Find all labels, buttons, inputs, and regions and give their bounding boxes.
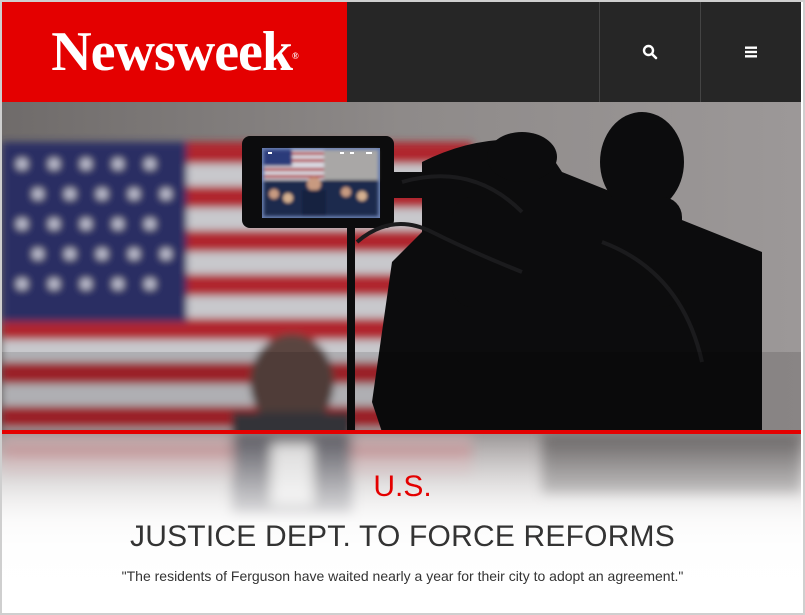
article-headline[interactable]: JUSTICE DEPT. TO FORCE REFORMS [0,520,805,554]
logo-text: Newsweek® [51,21,299,83]
menu-button[interactable] [700,2,801,102]
search-icon [642,44,658,60]
site-header: Newsweek® [2,2,801,102]
hero-image[interactable] [2,102,801,432]
section-label[interactable]: U.S. [0,470,805,504]
article-dek: "The residents of Ferguson have waited n… [121,568,684,584]
logo[interactable]: Newsweek® [2,2,347,102]
hero-photo [2,102,801,432]
search-button[interactable] [599,2,700,102]
hamburger-menu-icon [745,46,757,58]
